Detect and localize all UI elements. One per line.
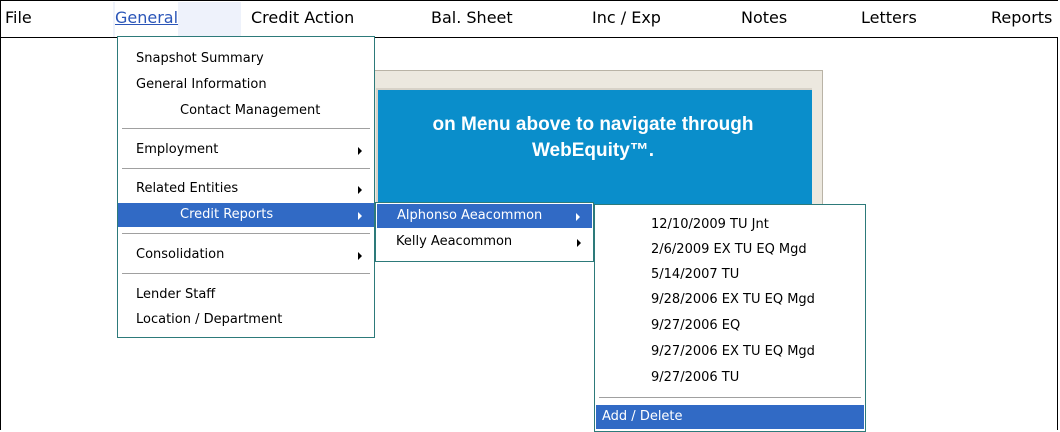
menu-separator bbox=[122, 273, 370, 275]
add-delete-button[interactable]: Add / Delete bbox=[596, 405, 864, 429]
menu-file[interactable]: File bbox=[5, 1, 32, 37]
menu-item-label: Add / Delete bbox=[602, 409, 683, 424]
submenu-arrow-icon bbox=[358, 186, 362, 194]
menu-item-consolidation[interactable]: Consolidation bbox=[118, 243, 374, 267]
submenu-arrow-icon bbox=[358, 252, 362, 260]
menu-separator bbox=[122, 233, 370, 235]
submenu-item-kelly-aeacommon[interactable]: Kelly Aeacommon bbox=[376, 230, 593, 254]
report-item[interactable]: 2/6/2009 EX TU EQ Mgd bbox=[595, 238, 865, 262]
credit-reports-submenu: Alphonso Aeacommon Kelly Aeacommon bbox=[375, 202, 594, 262]
menu-item-label: 9/27/2006 EQ bbox=[651, 318, 741, 333]
banner-message: on Menu above to navigate through WebEqu… bbox=[376, 112, 810, 164]
menu-separator bbox=[122, 168, 370, 170]
menu-item-label: Alphonso Aeacommon bbox=[397, 208, 543, 223]
menu-reports[interactable]: Reports bbox=[991, 1, 1052, 37]
general-menu: Snapshot Summary General Information Con… bbox=[117, 36, 375, 338]
reports-submenu: 12/10/2009 TU Jnt 2/6/2009 EX TU EQ Mgd … bbox=[594, 204, 866, 432]
banner-line-1: on Menu above to navigate through bbox=[432, 114, 754, 135]
menu-item-label: 12/10/2009 TU Jnt bbox=[651, 217, 769, 232]
report-item[interactable]: 5/14/2007 TU bbox=[595, 263, 865, 287]
menu-notes[interactable]: Notes bbox=[741, 1, 787, 37]
menu-item-snapshot-summary[interactable]: Snapshot Summary bbox=[118, 47, 374, 71]
report-item[interactable]: 9/27/2006 EX TU EQ Mgd bbox=[595, 340, 865, 364]
menu-separator bbox=[122, 128, 370, 130]
menu-item-label: Lender Staff bbox=[136, 287, 216, 302]
report-item[interactable]: 9/27/2006 EQ bbox=[595, 314, 865, 338]
submenu-arrow-icon bbox=[358, 212, 362, 220]
menu-item-label: 9/28/2006 EX TU EQ Mgd bbox=[651, 292, 815, 307]
submenu-arrow-icon bbox=[577, 239, 581, 247]
menu-inc-exp[interactable]: Inc / Exp bbox=[592, 1, 661, 37]
menu-separator bbox=[599, 397, 861, 399]
menu-item-related-entities[interactable]: Related Entities bbox=[118, 177, 374, 201]
menu-item-label: 9/27/2006 TU bbox=[651, 370, 740, 385]
menu-item-employment[interactable]: Employment bbox=[118, 138, 374, 162]
menu-letters[interactable]: Letters bbox=[861, 1, 917, 37]
menu-item-label: 5/14/2007 TU bbox=[651, 267, 740, 282]
menu-item-contact-management[interactable]: Contact Management bbox=[118, 99, 374, 123]
menu-item-label: 2/6/2009 EX TU EQ Mgd bbox=[651, 242, 807, 257]
menu-item-label: Kelly Aeacommon bbox=[396, 234, 513, 249]
menu-item-label: Snapshot Summary bbox=[136, 51, 264, 66]
menu-item-label: 9/27/2006 EX TU EQ Mgd bbox=[651, 344, 815, 359]
menu-item-credit-reports[interactable]: Credit Reports bbox=[118, 203, 374, 227]
menu-item-label: Related Entities bbox=[136, 181, 239, 196]
report-item[interactable]: 12/10/2009 TU Jnt bbox=[595, 213, 865, 237]
menu-item-label: Credit Reports bbox=[180, 207, 274, 222]
menu-item-label: Consolidation bbox=[136, 247, 225, 262]
menu-item-label: Contact Management bbox=[180, 103, 321, 118]
menu-bal-sheet[interactable]: Bal. Sheet bbox=[431, 1, 513, 37]
menu-item-label: Employment bbox=[136, 142, 219, 157]
menu-general[interactable]: General bbox=[115, 1, 179, 37]
menu-item-general-information[interactable]: General Information bbox=[118, 73, 374, 97]
menu-item-lender-staff[interactable]: Lender Staff bbox=[118, 283, 374, 307]
submenu-arrow-icon bbox=[358, 147, 362, 155]
menu-item-location-department[interactable]: Location / Department bbox=[118, 308, 374, 332]
banner-line-2: WebEquity™. bbox=[531, 140, 655, 161]
submenu-item-alphonso-aeacommon[interactable]: Alphonso Aeacommon bbox=[377, 204, 592, 228]
menu-credit-action[interactable]: Credit Action bbox=[251, 1, 354, 37]
submenu-arrow-icon bbox=[576, 213, 580, 221]
menu-item-label: Location / Department bbox=[136, 312, 283, 327]
menu-item-label: General Information bbox=[136, 77, 267, 92]
report-item[interactable]: 9/27/2006 TU bbox=[595, 366, 865, 390]
menu-bar: File General Credit Action Bal. Sheet In… bbox=[1, 1, 1058, 38]
report-item[interactable]: 9/28/2006 EX TU EQ Mgd bbox=[595, 288, 865, 312]
